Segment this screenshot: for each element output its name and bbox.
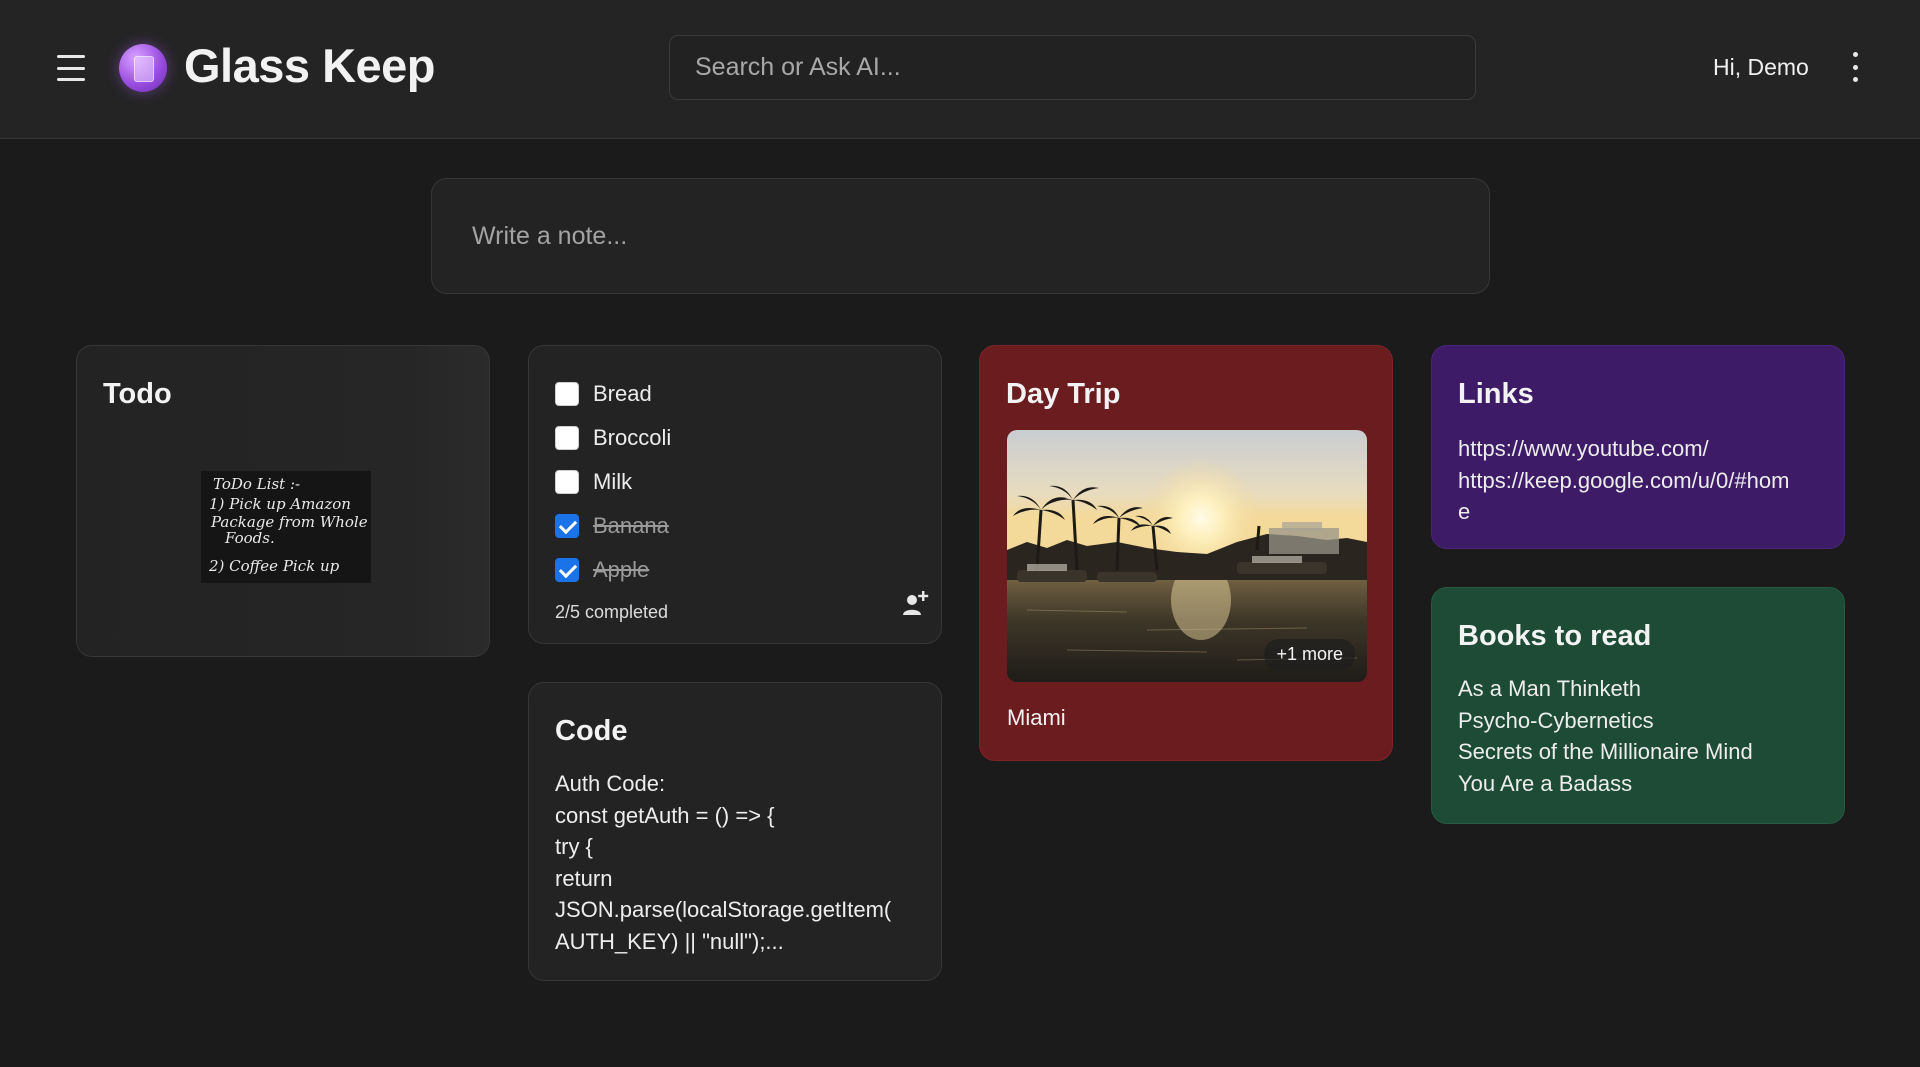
note-body: Miami — [1007, 705, 1066, 730]
more-images-badge[interactable]: +1 more — [1264, 639, 1355, 670]
handwriting-line: Foods. — [224, 529, 275, 547]
handwriting-line: 2) Coffee Pick up — [208, 557, 340, 575]
add-collaborator-icon[interactable] — [899, 588, 931, 620]
note-composer-input[interactable]: Write a note... — [431, 178, 1490, 294]
checkbox-unchecked[interactable] — [555, 470, 579, 494]
note-card-links[interactable]: Links https://www.youtube.com/ https://k… — [1431, 345, 1845, 549]
handwritten-note-image: ToDo List :- 1) Pick up Amazon Package f… — [201, 471, 371, 583]
note-card-day-trip[interactable]: Day Trip +1 more Miami — [979, 345, 1393, 761]
note-card-checklist[interactable]: Bread Broccoli Milk Banana Apple 2/5 complet… — [528, 345, 942, 644]
more-vertical-icon[interactable] — [1845, 52, 1865, 82]
search-input[interactable] — [669, 35, 1476, 100]
note-photo-sunset-marina[interactable]: +1 more — [1007, 430, 1367, 682]
app-title: Glass Keep — [184, 39, 436, 92]
checklist-item-label: Bread — [593, 381, 652, 406]
checkbox-checked[interactable] — [555, 514, 579, 538]
checklist-item[interactable]: Milk — [555, 460, 915, 504]
note-title: Day Trip — [1006, 378, 1121, 410]
checklist-item[interactable]: Bread — [555, 372, 915, 416]
note-body: Auth Code: const getAuth = () => { try {… — [555, 771, 892, 954]
checklist: Bread Broccoli Milk Banana Apple — [555, 372, 915, 592]
checklist-item[interactable]: Apple — [555, 548, 915, 592]
user-greeting: Hi, Demo — [1713, 54, 1809, 80]
checkbox-unchecked[interactable] — [555, 426, 579, 450]
note-body: https://www.youtube.com/ https://keep.go… — [1458, 436, 1790, 524]
note-card-books[interactable]: Books to read As a Man Thinketh Psycho-C… — [1431, 587, 1845, 824]
checklist-item[interactable]: Banana — [555, 504, 915, 548]
note-card-todo[interactable]: Todo ToDo List :- 1) Pick up Amazon Pack… — [76, 345, 490, 657]
hamburger-menu-icon[interactable] — [51, 50, 91, 86]
checklist-item-label: Milk — [593, 469, 633, 494]
checklist-item-label: Apple — [593, 557, 650, 582]
note-title: Links — [1458, 378, 1534, 410]
checklist-progress: 2/5 completed — [555, 602, 669, 622]
checklist-item[interactable]: Broccoli — [555, 416, 915, 460]
checkbox-unchecked[interactable] — [555, 382, 579, 406]
note-body: As a Man Thinketh Psycho-Cybernetics Sec… — [1458, 676, 1753, 796]
note-title: Books to read — [1458, 620, 1652, 652]
note-title: Code — [555, 715, 628, 747]
checklist-item-label: Banana — [593, 513, 669, 538]
note-card-code[interactable]: Code Auth Code: const getAuth = () => { … — [528, 682, 942, 981]
handwriting-line: 1) Pick up Amazon — [209, 495, 351, 513]
glass-keep-logo-icon — [119, 44, 167, 92]
checklist-item-label: Broccoli — [593, 425, 672, 450]
checkbox-checked[interactable] — [555, 558, 579, 582]
app-header: Glass Keep Hi, Demo — [0, 0, 1920, 139]
handwriting-line: ToDo List :- — [213, 475, 300, 493]
note-title: Todo — [103, 378, 172, 410]
